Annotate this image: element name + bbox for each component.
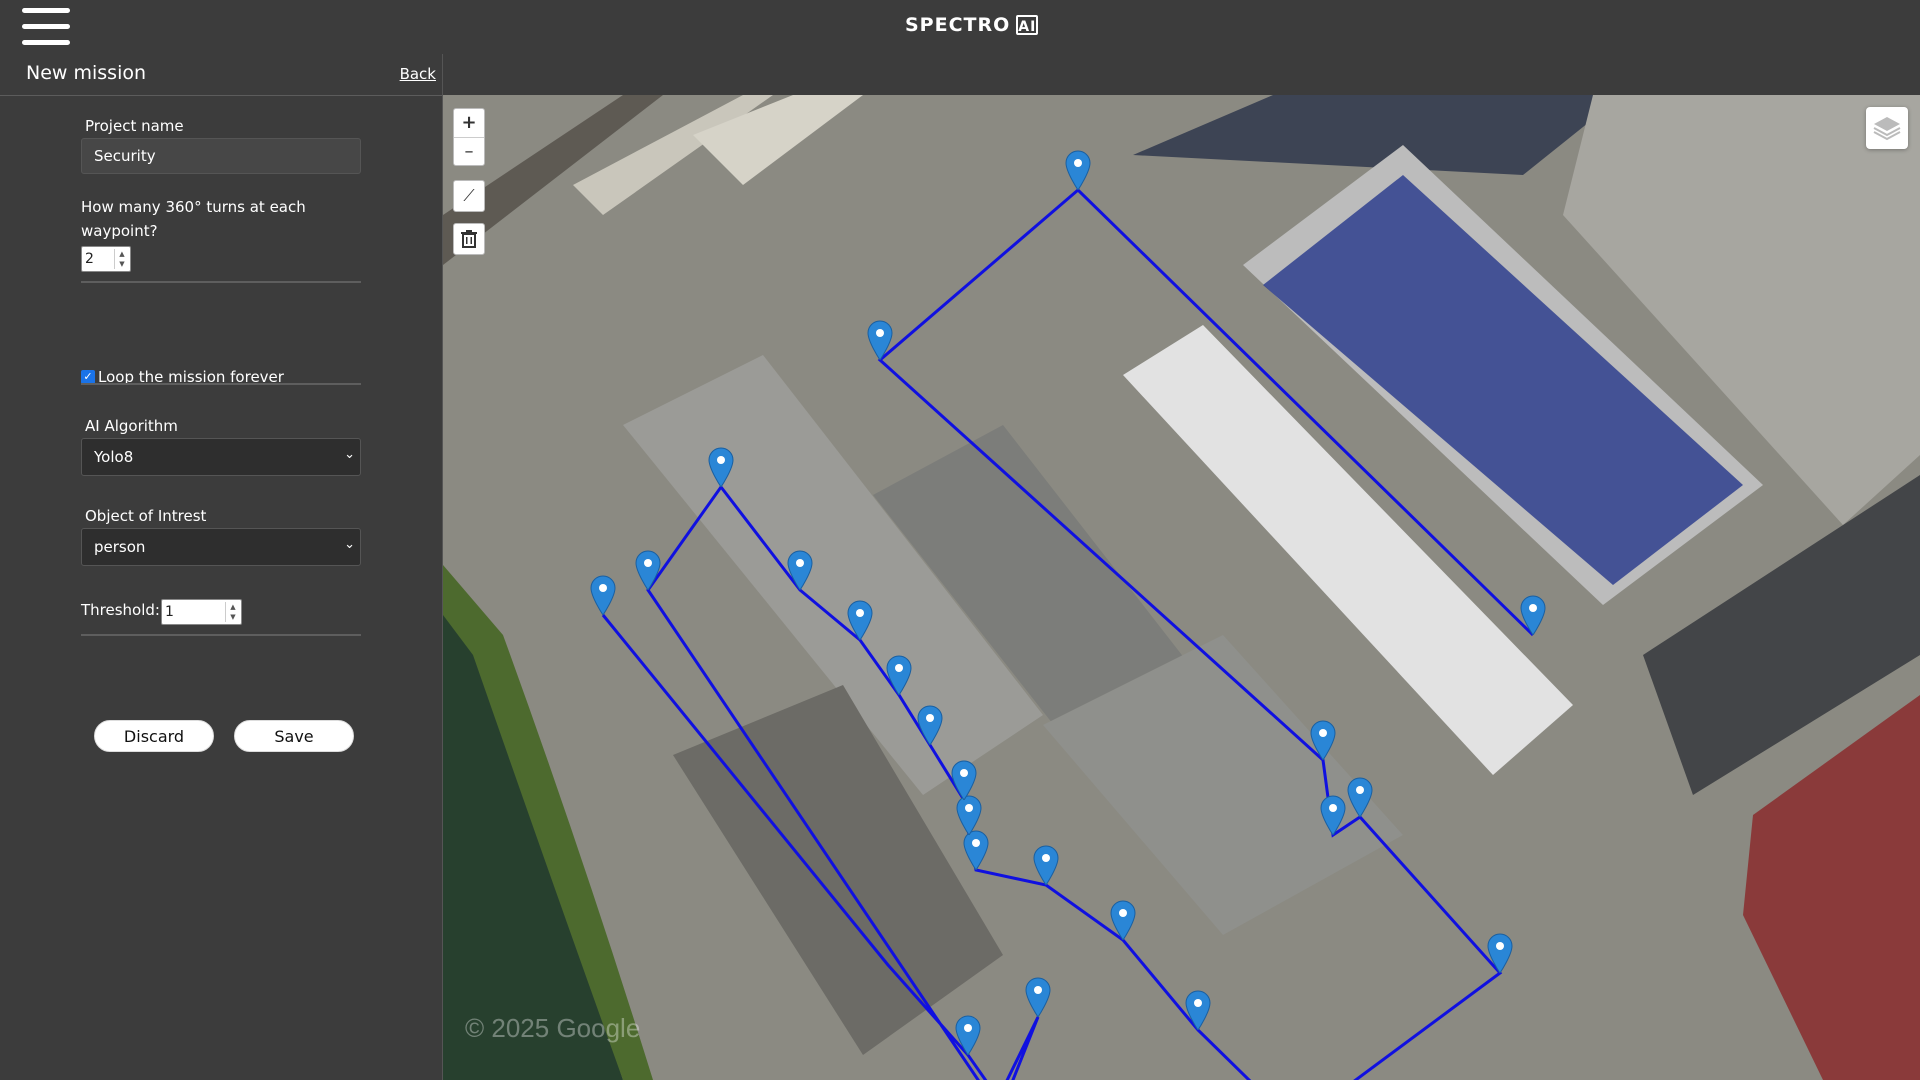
- layers-icon[interactable]: [1866, 107, 1908, 149]
- chevron-down-icon: ⌄: [344, 537, 355, 552]
- zoom-in-button[interactable]: +: [454, 109, 484, 138]
- zoom-control: + –: [453, 108, 485, 166]
- threshold-value: 1: [165, 604, 174, 620]
- waypoint-pin-icon[interactable]: [787, 550, 813, 591]
- waypoint-pin-icon[interactable]: [1487, 933, 1513, 974]
- project-name-input[interactable]: Security: [81, 138, 361, 174]
- stepper-arrows-icon[interactable]: ▲ ▼: [114, 249, 129, 269]
- loop-checkbox[interactable]: ✓: [81, 370, 95, 384]
- app-logo: SPECTRO AI: [905, 14, 1039, 36]
- waypoint-pin-icon[interactable]: [1185, 990, 1211, 1031]
- waypoint-pin-icon[interactable]: [1320, 795, 1346, 836]
- waypoint-pin-icon[interactable]: [917, 705, 943, 746]
- zoom-out-button[interactable]: –: [454, 138, 484, 165]
- draw-line-icon[interactable]: ⟋: [453, 180, 485, 212]
- waypoint-pin-icon[interactable]: [886, 655, 912, 696]
- chevron-down-icon: ⌄: [344, 447, 355, 462]
- satellite-map[interactable]: + – ⟋ © 2025 Google: [443, 95, 1920, 1080]
- mission-route: [601, 187, 1535, 1080]
- logo-badge: AI: [1016, 15, 1039, 35]
- waypoint-pin-icon[interactable]: [1520, 595, 1546, 636]
- waypoint-pin-icon[interactable]: [951, 760, 977, 801]
- waypoint-pin-icon[interactable]: [1110, 900, 1136, 941]
- discard-button[interactable]: Discard: [94, 720, 214, 752]
- waypoint-pin-icon[interactable]: [1310, 720, 1336, 761]
- waypoint-pin-icon[interactable]: [1033, 845, 1059, 886]
- top-bar: SPECTRO AI: [0, 0, 1920, 54]
- waypoint-pin-icon[interactable]: [847, 600, 873, 641]
- back-link[interactable]: Back: [400, 65, 436, 83]
- turns-label-line1: How many 360° turns at each: [81, 198, 306, 216]
- waypoint-pin-icon[interactable]: [963, 830, 989, 871]
- threshold-label: Threshold:: [81, 601, 160, 619]
- object-select[interactable]: person ⌄: [81, 528, 361, 566]
- turns-stepper[interactable]: 2 ▲ ▼: [81, 246, 131, 272]
- algorithm-label: AI Algorithm: [85, 417, 178, 435]
- turns-value: 2: [85, 251, 94, 267]
- turns-label-line2: waypoint?: [81, 222, 158, 240]
- waypoint-pin-icon[interactable]: [1025, 977, 1051, 1018]
- divider: [81, 634, 361, 636]
- menu-icon[interactable]: [22, 8, 70, 46]
- save-button[interactable]: Save: [234, 720, 354, 752]
- divider: [81, 281, 361, 283]
- waypoint-pin-icon[interactable]: [867, 320, 893, 361]
- threshold-stepper[interactable]: 1 ▲ ▼: [161, 599, 242, 625]
- trash-icon[interactable]: [453, 223, 485, 255]
- waypoint-pin-icon[interactable]: [635, 550, 661, 591]
- object-value: person: [94, 538, 146, 556]
- waypoint-pin-icon[interactable]: [955, 1015, 981, 1056]
- page-title: New mission: [26, 62, 147, 84]
- waypoint-pin-icon[interactable]: [590, 575, 616, 616]
- stepper-arrows-icon[interactable]: ▲ ▼: [225, 602, 240, 622]
- divider: [81, 383, 361, 385]
- algorithm-value: Yolo8: [94, 448, 134, 466]
- waypoint-pin-icon[interactable]: [708, 447, 734, 488]
- mission-panel: New mission Back Project name Security H…: [0, 54, 443, 1080]
- map-attribution: © 2025 Google: [465, 1013, 641, 1043]
- algorithm-select[interactable]: Yolo8 ⌄: [81, 438, 361, 476]
- waypoint-pin-icon[interactable]: [1347, 777, 1373, 818]
- logo-text: SPECTRO: [905, 14, 1011, 36]
- object-label: Object of Intrest: [85, 507, 207, 525]
- waypoint-pin-icon[interactable]: [956, 795, 982, 836]
- waypoint-pin-icon[interactable]: [1065, 150, 1091, 191]
- project-name-label: Project name: [85, 117, 184, 135]
- panel-header: New mission Back: [0, 54, 442, 96]
